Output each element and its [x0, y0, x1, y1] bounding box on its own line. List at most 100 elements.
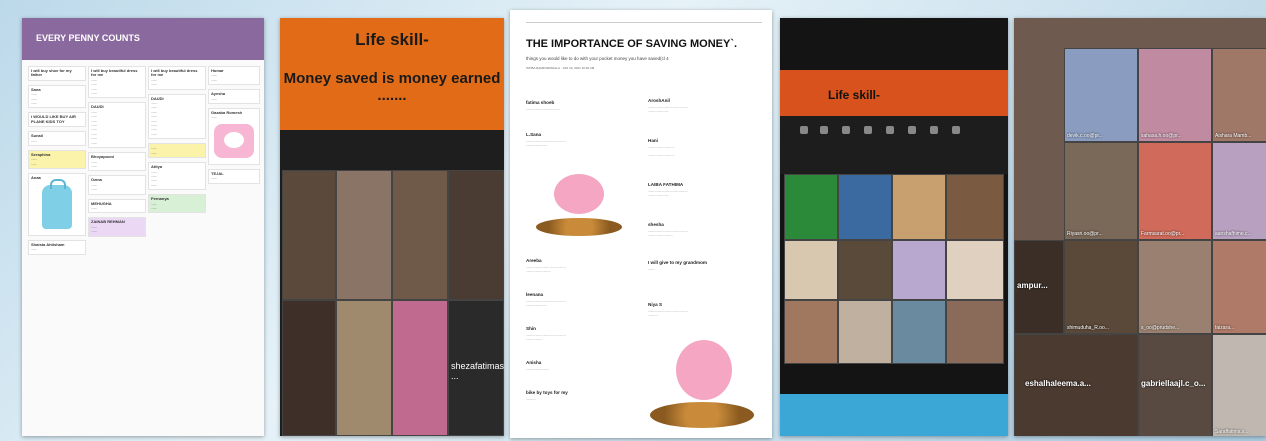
padlet-card[interactable]: DAUDI...................................… — [148, 93, 206, 140]
participant-name: aanshafhime.c... — [1215, 231, 1252, 237]
padlet-card[interactable]: Ozma.............. — [88, 175, 146, 195]
participant-tile[interactable]: eshalhaleema.a... — [1014, 334, 1138, 436]
participant-tile[interactable]: Saraffatima.s... — [1212, 334, 1266, 436]
participant-name: devik.c.oo@pr... — [1067, 133, 1103, 139]
padlet-card[interactable]: MEHUGHA....... — [88, 198, 146, 214]
padlet-card[interactable]: Bhoyapooni.............. — [88, 152, 146, 172]
participant-tile[interactable] — [946, 240, 1004, 300]
participant-name: Aishara Mamb... — [1215, 133, 1252, 139]
participant-tile[interactable] — [946, 174, 1004, 240]
participant-tile[interactable] — [448, 170, 504, 300]
video-call-panel: Life skill- Money saved is money earned … — [280, 18, 504, 436]
padlet-card[interactable]: Shaista Ahtisham....... — [28, 239, 86, 255]
doc-title: THE IMPORTANCE OF SAVING MONEY`. — [526, 38, 738, 50]
entry-name: L.Sana — [526, 132, 542, 137]
doc-byline: ISTIBA RAMPURIWALLA · JAN 19, 2021 10:29… — [526, 66, 595, 70]
participant-tile[interactable]: faizara... — [1212, 240, 1266, 334]
participant-tile[interactable]: shezafatimas ... — [448, 300, 504, 436]
participant-name: ampur... — [1017, 281, 1048, 290]
participant-tile[interactable] — [282, 170, 336, 300]
padlet-card[interactable]: I will buy shoe for my father — [28, 66, 86, 81]
padlet-card[interactable]: Humar.............. — [208, 66, 260, 86]
padlet-card[interactable]: Ayesha....... — [208, 89, 260, 105]
participant-tile[interactable] — [784, 300, 838, 364]
padlet-card[interactable]: Sunail....... — [28, 131, 86, 147]
participant-tile[interactable] — [838, 174, 892, 240]
participant-tile[interactable] — [892, 300, 946, 364]
entry-name: Shin — [526, 326, 536, 331]
piggy-bank-image — [534, 160, 624, 240]
padlet-card[interactable]: Gazaba Romesh....... — [208, 108, 260, 165]
participant-tile[interactable] — [392, 300, 448, 436]
padlet-card[interactable]: TEJAL....... — [208, 168, 260, 184]
participant-tile[interactable] — [282, 300, 336, 436]
participant-tile[interactable] — [336, 300, 392, 436]
life-skill-banner: Life skill- Money saved is money earned … — [280, 18, 504, 130]
participant-name: eshalhaleema.a... — [1025, 379, 1091, 388]
participant-tile[interactable] — [838, 300, 892, 364]
padlet-card[interactable]: .............. — [148, 143, 206, 159]
participant-tile[interactable]: sahasa.h.oo@pr... — [1138, 48, 1212, 142]
participants-icon[interactable] — [864, 126, 872, 134]
participant-tile[interactable] — [784, 174, 838, 240]
padlet-column-1: I will buy shoe for my father Sana......… — [28, 66, 86, 259]
card-title: I will buy beautiful dress for me — [151, 68, 198, 78]
doc-entry: Hani....................................… — [648, 138, 760, 157]
entry-name: Anisha — [526, 360, 542, 365]
doc-entry: I will give to my grandmom........ — [648, 260, 760, 271]
participant-tile[interactable]: devik.c.oo@pr... — [1064, 48, 1138, 142]
doc-entry: fatima shoeb............................… — [526, 100, 638, 111]
share-screen-icon[interactable] — [908, 126, 916, 134]
padlet-card[interactable]: ZAINAB REHMAN.............. — [88, 217, 146, 237]
padlet-card[interactable]: Seraphina.............. — [28, 150, 86, 170]
padlet-card[interactable]: Fernanya.............. — [148, 194, 206, 214]
doc-entry: Anisha.......................... — [526, 360, 638, 371]
padlet-document-panel: THE IMPORTANCE OF SAVING MONEY`. things … — [510, 10, 772, 438]
participant-tile[interactable]: Riyasri.oo@pr... — [1064, 142, 1138, 240]
padlet-card[interactable]: I will buy beautiful dress for me.......… — [148, 66, 206, 90]
padlet-card[interactable]: DAUDI...................................… — [88, 102, 146, 149]
record-icon[interactable] — [930, 126, 938, 134]
participant-tile[interactable] — [392, 170, 448, 300]
participant-tile[interactable]: shimuduha_R.oo... — [1064, 240, 1138, 334]
security-icon[interactable] — [842, 126, 850, 134]
participant-name: Saraffatima.s... — [1215, 429, 1249, 435]
participant-tile[interactable]: ampur... — [1014, 240, 1064, 334]
participant-tile[interactable]: Aishara Mamb... — [1212, 48, 1266, 142]
padlet-header: EVERY PENNY COUNTS — [22, 18, 264, 60]
padlet-card[interactable]: I will buy beautiful dress for me.......… — [88, 66, 146, 99]
entry-name: Niya S — [648, 302, 663, 307]
chat-icon[interactable] — [886, 126, 894, 134]
padlet-card[interactable]: I WOULD LIKE BUY AIR PLANE KIDS TOY — [28, 112, 86, 128]
participant-tile[interactable] — [946, 300, 1004, 364]
card-title: I WOULD LIKE BUY AIR PLANE KIDS TOY — [31, 114, 76, 124]
banner-line-2: Money saved is money earned ....... — [283, 70, 501, 104]
doc-entry: AroshAnil...............................… — [648, 98, 760, 113]
padlet-card[interactable]: Sana..................... — [28, 84, 86, 109]
doc-entry: L.Sana..................................… — [526, 132, 638, 147]
reactions-icon[interactable] — [952, 126, 960, 134]
padlet-column-4: Humar.............. Ayesha....... Gazaba… — [208, 66, 260, 188]
participant-tile[interactable] — [336, 170, 392, 300]
doc-entry: shesha..................................… — [648, 222, 760, 237]
padlet-card[interactable]: Anaa — [28, 173, 86, 236]
entry-name: leenana — [526, 292, 544, 297]
participant-name: faizara... — [1215, 325, 1235, 331]
participant-tile[interactable]: gabriellaajl.c_o... — [1138, 334, 1212, 436]
participant-name: sahasa.h.oo@pr... — [1141, 133, 1182, 139]
participant-tile[interactable]: s_oo@prudshe... — [1138, 240, 1212, 334]
mute-icon[interactable] — [800, 126, 808, 134]
participant-tile[interactable] — [892, 240, 946, 300]
backpack-image — [42, 178, 72, 229]
life-skill-banner: Life skill- — [780, 70, 1008, 116]
card-text: I will buy shoe for my father — [31, 68, 72, 78]
participant-tile[interactable] — [892, 174, 946, 240]
padlet-card[interactable]: Attiya............................ — [148, 162, 206, 191]
participant-tile[interactable] — [838, 240, 892, 300]
participant-tile[interactable] — [784, 240, 838, 300]
video-icon[interactable] — [820, 126, 828, 134]
participant-tile[interactable]: Farmsarat.oo@pr... — [1138, 142, 1212, 240]
zoom-toolbar — [780, 116, 1008, 236]
padlet-title: EVERY PENNY COUNTS — [36, 33, 140, 43]
participant-tile[interactable]: aanshafhime.c... — [1212, 142, 1266, 240]
